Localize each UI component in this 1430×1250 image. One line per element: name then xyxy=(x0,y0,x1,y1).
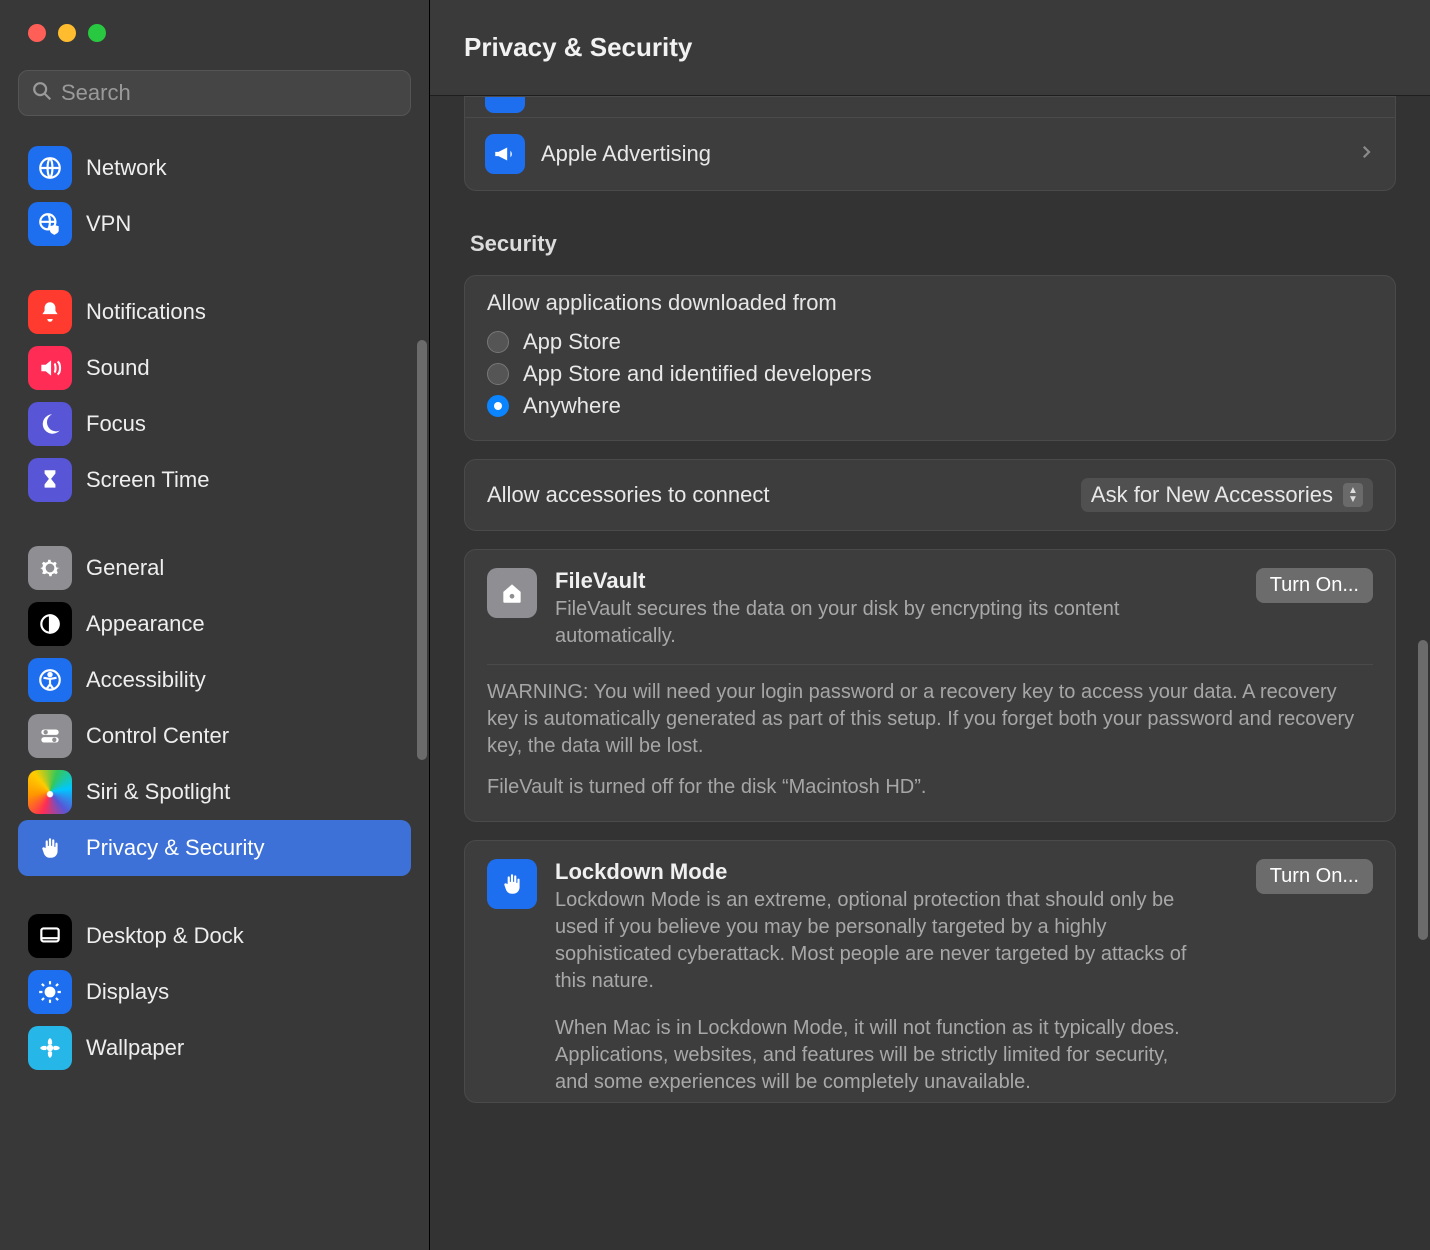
page-title: Privacy & Security xyxy=(464,32,692,63)
sidebar-search[interactable] xyxy=(18,70,411,116)
security-heading: Security xyxy=(470,231,1390,257)
sidebar-item-desktop-dock[interactable]: Desktop & Dock xyxy=(18,908,411,964)
main-scrollbar[interactable] xyxy=(1418,640,1428,940)
sidebar-item-notifications[interactable]: Notifications xyxy=(18,284,411,340)
filevault-panel: FileVault FileVault secures the data on … xyxy=(464,549,1396,822)
sidebar-item-label: Network xyxy=(86,155,167,181)
bell-icon xyxy=(28,290,72,334)
main-header: Privacy & Security xyxy=(430,0,1430,96)
sidebar-item-label: General xyxy=(86,555,164,581)
allow-apps-panel: Allow applications downloaded from App S… xyxy=(464,275,1396,441)
sidebar-item-label: Privacy & Security xyxy=(86,835,265,861)
megaphone-icon xyxy=(485,134,525,174)
sidebar-item-appearance[interactable]: Appearance xyxy=(18,596,411,652)
filevault-turn-on-button[interactable]: Turn On... xyxy=(1256,568,1373,603)
sidebar-item-label: VPN xyxy=(86,211,131,237)
sidebar-item-label: Control Center xyxy=(86,723,229,749)
sidebar-item-wallpaper[interactable]: Wallpaper xyxy=(18,1020,411,1076)
filevault-icon xyxy=(487,568,537,618)
tracking-row-partial[interactable] xyxy=(465,97,1395,117)
radio-icon xyxy=(487,331,509,353)
filevault-title: FileVault xyxy=(555,568,1238,594)
radio-option-label: Anywhere xyxy=(523,393,621,419)
lockdown-icon xyxy=(487,859,537,909)
search-input[interactable] xyxy=(61,80,398,106)
sidebar-item-screen-time[interactable]: Screen Time xyxy=(18,452,411,508)
sidebar-item-label: Appearance xyxy=(86,611,205,637)
toggles-icon xyxy=(28,714,72,758)
dock-icon xyxy=(28,914,72,958)
filevault-status: FileVault is turned off for the disk “Ma… xyxy=(487,774,1373,801)
allow-apps-option-identified[interactable]: App Store and identified developers xyxy=(487,358,1373,390)
search-icon xyxy=(31,80,61,107)
sidebar-item-siri-spotlight[interactable]: Siri & Spotlight xyxy=(18,764,411,820)
allow-apps-label: Allow applications downloaded from xyxy=(487,290,1373,316)
analytics-icon xyxy=(485,97,525,113)
radio-icon xyxy=(487,395,509,417)
lockdown-panel: Lockdown Mode Lockdown Mode is an extrem… xyxy=(464,840,1396,1103)
sidebar-item-label: Sound xyxy=(86,355,150,381)
window-controls xyxy=(0,0,429,42)
accessories-value: Ask for New Accessories xyxy=(1091,482,1333,508)
accessibility-icon xyxy=(28,658,72,702)
radio-option-label: App Store xyxy=(523,329,621,355)
globe-shield-icon xyxy=(28,202,72,246)
sidebar-item-network[interactable]: Network xyxy=(18,140,411,196)
lockdown-turn-on-button[interactable]: Turn On... xyxy=(1256,859,1373,894)
hourglass-icon xyxy=(28,458,72,502)
radio-option-label: App Store and identified developers xyxy=(523,361,872,387)
accessories-select[interactable]: Ask for New Accessories ▲▼ xyxy=(1081,478,1373,512)
chevron-right-icon xyxy=(1357,143,1375,166)
sidebar-nav: Network VPN Notifications Soun xyxy=(0,130,429,1250)
lockdown-desc-2: When Mac is in Lockdown Mode, it will no… xyxy=(555,1015,1195,1096)
sidebar-item-label: Accessibility xyxy=(86,667,206,693)
main-scroll-area[interactable]: Apple Advertising Security Allow applica… xyxy=(430,96,1430,1250)
lockdown-desc-1: Lockdown Mode is an extreme, optional pr… xyxy=(555,887,1195,995)
siri-icon xyxy=(28,770,72,814)
allow-apps-option-anywhere[interactable]: Anywhere xyxy=(487,390,1373,422)
sidebar-scrollbar[interactable] xyxy=(417,340,427,760)
filevault-desc: FileVault secures the data on your disk … xyxy=(555,596,1145,650)
accessories-label: Allow accessories to connect xyxy=(487,482,769,508)
tracking-panel: Apple Advertising xyxy=(464,96,1396,191)
apple-advertising-label: Apple Advertising xyxy=(541,141,1341,167)
moon-icon xyxy=(28,402,72,446)
sidebar-item-label: Siri & Spotlight xyxy=(86,779,230,805)
zoom-window-button[interactable] xyxy=(88,24,106,42)
sidebar-item-general[interactable]: General xyxy=(18,540,411,596)
lockdown-title: Lockdown Mode xyxy=(555,859,1238,885)
contrast-icon xyxy=(28,602,72,646)
sidebar-item-label: Notifications xyxy=(86,299,206,325)
allow-apps-option-appstore[interactable]: App Store xyxy=(487,326,1373,358)
sidebar-item-control-center[interactable]: Control Center xyxy=(18,708,411,764)
sidebar-item-label: Desktop & Dock xyxy=(86,923,244,949)
radio-icon xyxy=(487,363,509,385)
sidebar-item-vpn[interactable]: VPN xyxy=(18,196,411,252)
hand-icon xyxy=(28,826,72,870)
sidebar-item-focus[interactable]: Focus xyxy=(18,396,411,452)
minimize-window-button[interactable] xyxy=(58,24,76,42)
up-down-stepper-icon: ▲▼ xyxy=(1343,483,1363,507)
sidebar: Network VPN Notifications Soun xyxy=(0,0,430,1250)
sidebar-item-label: Screen Time xyxy=(86,467,210,493)
accessories-panel: Allow accessories to connect Ask for New… xyxy=(464,459,1396,531)
flower-icon xyxy=(28,1026,72,1070)
close-window-button[interactable] xyxy=(28,24,46,42)
sidebar-item-label: Displays xyxy=(86,979,169,1005)
brightness-icon xyxy=(28,970,72,1014)
sidebar-item-sound[interactable]: Sound xyxy=(18,340,411,396)
sidebar-item-label: Focus xyxy=(86,411,146,437)
filevault-warning: WARNING: You will need your login passwo… xyxy=(487,679,1373,760)
main-pane: Privacy & Security Apple Advertising Sec… xyxy=(430,0,1430,1250)
sidebar-item-privacy-security[interactable]: Privacy & Security xyxy=(18,820,411,876)
sidebar-item-accessibility[interactable]: Accessibility xyxy=(18,652,411,708)
gear-icon xyxy=(28,546,72,590)
sidebar-item-displays[interactable]: Displays xyxy=(18,964,411,1020)
globe-icon xyxy=(28,146,72,190)
speaker-icon xyxy=(28,346,72,390)
apple-advertising-row[interactable]: Apple Advertising xyxy=(465,117,1395,190)
sidebar-item-label: Wallpaper xyxy=(86,1035,184,1061)
